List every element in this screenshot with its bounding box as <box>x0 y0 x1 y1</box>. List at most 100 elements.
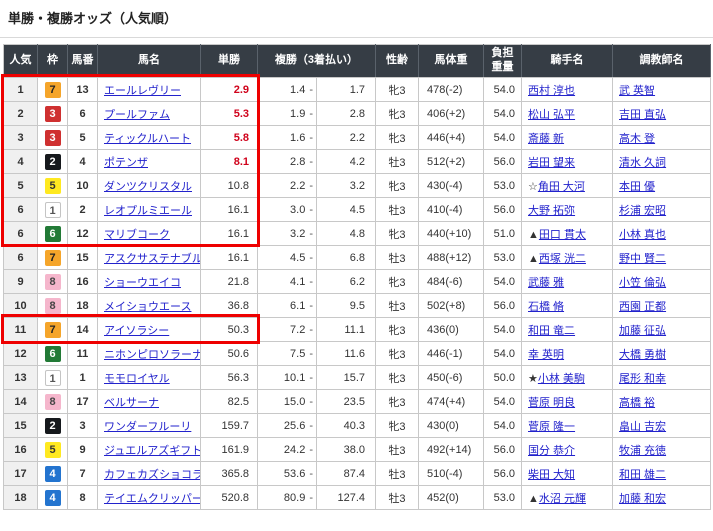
horse-name-link[interactable]: レオプルミエール <box>104 205 192 217</box>
frame-cell: 2 <box>38 150 68 174</box>
horse-name-cell: エールレヴリー <box>98 78 201 102</box>
horse-number: 10 <box>68 174 98 198</box>
trainer-link[interactable]: 畠山 吉宏 <box>619 421 666 433</box>
trainer-link[interactable]: 加藤 和宏 <box>619 493 666 505</box>
trainer-link[interactable]: 加藤 征弘 <box>619 325 666 337</box>
trainer-link[interactable]: 大橋 勇樹 <box>619 349 666 361</box>
trainer-link[interactable]: 吉田 直弘 <box>619 109 666 121</box>
jockey-cell: 武藤 雅 <box>522 270 613 294</box>
jockey-link[interactable]: 斎藤 新 <box>528 133 564 145</box>
horse-name-link[interactable]: ニホンピロソラーナ <box>104 349 201 361</box>
rank-value: 13 <box>4 366 38 390</box>
trainer-link[interactable]: 小笠 倫弘 <box>619 277 666 289</box>
trainer-link[interactable]: 和田 雄二 <box>619 469 666 481</box>
header-row: 人気 枠 馬番 馬名 単勝 複勝（3着払い） 性齢 馬体重 負担重量 騎手名 調… <box>4 45 711 78</box>
trainer-link[interactable]: 小林 真也 <box>619 229 666 241</box>
trainer-link[interactable]: 野中 賢二 <box>619 253 666 265</box>
horse-weight: 430(-4) <box>419 174 484 198</box>
trainer-link[interactable]: 清水 久詞 <box>619 157 666 169</box>
place-odds-low-cell: 2.8- <box>258 150 317 174</box>
jockey-cell: 岩田 望来 <box>522 150 613 174</box>
horse-weight: 446(+4) <box>419 126 484 150</box>
trainer-link[interactable]: 牧浦 充徳 <box>619 445 666 457</box>
frame-badge: 2 <box>45 154 61 170</box>
jockey-link[interactable]: 田口 貫太 <box>539 229 586 241</box>
horse-name-cell: マリブコーク <box>98 222 201 246</box>
jockey-cell: ▲田口 貫太 <box>522 222 613 246</box>
jockey-link[interactable]: 大野 拓弥 <box>528 205 575 217</box>
carried-weight: 54.0 <box>484 318 522 342</box>
jockey-link[interactable]: 石橋 脩 <box>528 301 564 313</box>
jockey-link[interactable]: 幸 英明 <box>528 349 564 361</box>
jockey-link[interactable]: 菅原 隆一 <box>528 421 575 433</box>
jockey-link[interactable]: 菅原 明良 <box>528 397 575 409</box>
horse-weight: 488(+12) <box>419 246 484 270</box>
sex-age: 牝3 <box>376 318 419 342</box>
win-odds: 56.3 <box>201 366 258 390</box>
win-odds: 8.1 <box>201 150 258 174</box>
horse-name-link[interactable]: ベルサーナ <box>104 397 159 409</box>
table-row: 10 8 18 メイショウエース 36.8 6.1- 9.5 牡3 502(+8… <box>4 294 711 318</box>
jockey-link[interactable]: 西塚 洸二 <box>539 253 586 265</box>
horse-name-link[interactable]: ワンダーフルーリ <box>104 421 191 433</box>
horse-number: 2 <box>68 198 98 222</box>
trainer-cell: 武 英智 <box>613 78 711 102</box>
horse-name-link[interactable]: ポテンザ <box>104 157 148 169</box>
horse-name-link[interactable]: ダンツクリスタル <box>104 181 192 193</box>
place-odds-low: 10.1 <box>284 372 305 384</box>
place-range-separator: - <box>309 252 313 264</box>
jockey-cell: ☆角田 大河 <box>522 174 613 198</box>
jockey-cell: 菅原 明良 <box>522 390 613 414</box>
horse-name-link[interactable]: エールレヴリー <box>104 85 181 97</box>
jockey-link[interactable]: 角田 大河 <box>538 181 585 193</box>
trainer-link[interactable]: 本田 優 <box>619 181 655 193</box>
jockey-link[interactable]: 和田 竜二 <box>528 325 575 337</box>
rank-value: 6 <box>4 222 38 246</box>
horse-name-link[interactable]: マリブコーク <box>104 229 170 241</box>
place-odds-high: 4.5 <box>317 198 376 222</box>
jockey-link[interactable]: 松山 弘平 <box>528 109 575 121</box>
rank-value: 15 <box>4 414 38 438</box>
jockey-link[interactable]: 水沼 元輝 <box>539 493 586 505</box>
horse-name-link[interactable]: モモロイヤル <box>104 373 170 385</box>
carried-weight: 54.0 <box>484 414 522 438</box>
jockey-link[interactable]: 柴田 大知 <box>528 469 575 481</box>
trainer-cell: 牧浦 充徳 <box>613 438 711 462</box>
jockey-link[interactable]: 小林 美駒 <box>538 373 585 385</box>
trainer-link[interactable]: 杉浦 宏昭 <box>619 205 666 217</box>
trainer-link[interactable]: 武 英智 <box>619 85 655 97</box>
carried-weight: 56.0 <box>484 198 522 222</box>
table-row: 9 8 16 ショーウエイコ 21.8 4.1- 6.2 牝3 484(-6) … <box>4 270 711 294</box>
trainer-cell: 高橋 裕 <box>613 390 711 414</box>
horse-name-link[interactable]: メイショウエース <box>104 301 191 313</box>
horse-name-link[interactable]: プールファム <box>104 109 170 121</box>
jockey-link[interactable]: 岩田 望来 <box>528 157 575 169</box>
jockey-link[interactable]: 国分 恭介 <box>528 445 575 457</box>
place-range-separator: - <box>309 444 313 456</box>
trainer-link[interactable]: 高橋 裕 <box>619 397 655 409</box>
horse-name-link[interactable]: ジュエルアズギフト <box>104 445 201 457</box>
header-jockey: 騎手名 <box>522 45 613 78</box>
trainer-link[interactable]: 尾形 和幸 <box>619 373 666 385</box>
horse-name-link[interactable]: ショーウエイコ <box>104 277 181 289</box>
jockey-link[interactable]: 西村 淳也 <box>528 85 575 97</box>
horse-name-link[interactable]: カフェカズショコラ <box>104 469 201 481</box>
trainer-link[interactable]: 西園 正都 <box>619 301 666 313</box>
win-odds: 50.3 <box>201 318 258 342</box>
horse-name-link[interactable]: アイソラシー <box>104 325 169 337</box>
horse-name-link[interactable]: アスクサステナブル <box>104 253 201 265</box>
trainer-link[interactable]: 高木 登 <box>619 133 655 145</box>
win-odds: 16.1 <box>201 222 258 246</box>
place-odds-low-cell: 24.2- <box>258 438 317 462</box>
horse-weight: 478(-2) <box>419 78 484 102</box>
jockey-cell: 西村 淳也 <box>522 78 613 102</box>
place-odds-high: 9.5 <box>317 294 376 318</box>
place-range-separator: - <box>309 372 313 384</box>
horse-name-link[interactable]: ティックルハート <box>104 133 191 145</box>
place-odds-low-cell: 10.1- <box>258 366 317 390</box>
horse-name-link[interactable]: テイエムクリッパー <box>104 493 201 505</box>
carried-weight: 56.0 <box>484 150 522 174</box>
carried-weight: 53.0 <box>484 174 522 198</box>
horse-weight: 446(-1) <box>419 342 484 366</box>
jockey-link[interactable]: 武藤 雅 <box>528 277 564 289</box>
